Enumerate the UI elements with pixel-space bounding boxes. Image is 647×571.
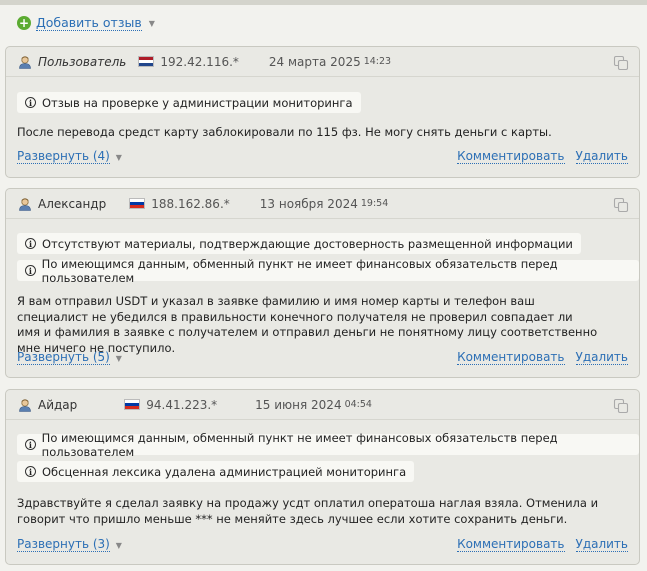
delete-button[interactable]: Удалить [575, 149, 628, 164]
review-footer: Развернуть (5) ▼ Комментировать Удалить [17, 350, 628, 366]
expand-button[interactable]: Развернуть (3) ▼ [17, 537, 122, 552]
comment-button[interactable]: Комментировать [457, 149, 565, 164]
country-flag-icon [124, 399, 141, 410]
moderation-notice: i По имеющимся данным, обменный пункт не… [17, 257, 639, 285]
notice-text: По имеющимся данным, обменный пункт не и… [41, 256, 558, 285]
review-text: Я вам отправил USDT и указал в заявке фа… [17, 294, 598, 355]
plus-icon: + [17, 16, 31, 30]
info-icon: i [25, 466, 36, 477]
review-footer: Развернуть (3) ▼ Комментировать Удалить [17, 537, 628, 553]
comment-button[interactable]: Комментировать [457, 350, 565, 365]
chevron-down-icon: ▼ [148, 18, 155, 28]
review-date: 13 ноября 2024 [259, 196, 358, 211]
review-author: Пользователь [38, 54, 127, 69]
notice-text: По имеющимся данным, обменный пункт не и… [41, 430, 558, 459]
comment-button[interactable]: Комментировать [457, 537, 565, 552]
review-header: Александр 188.162.86.* 13 ноября 2024 19… [6, 189, 639, 219]
info-icon: i [25, 439, 36, 450]
review-ip: 188.162.86.* [151, 196, 230, 211]
review-time: 04:54 [344, 399, 372, 410]
review-header: Айдар 94.41.223.* 15 июня 2024 04:54 [6, 390, 639, 420]
chevron-down-icon: ▼ [115, 541, 122, 550]
review-ip: 192.42.116.* [160, 54, 239, 69]
review-footer: Развернуть (4) ▼ Комментировать Удалить [17, 149, 628, 165]
review-ip: 94.41.223.* [146, 397, 218, 412]
info-icon: i [25, 97, 36, 108]
add-review-label: Добавить отзыв [36, 15, 142, 31]
info-icon: i [25, 265, 36, 276]
moderation-notice: i По имеющимся данным, обменный пункт не… [17, 431, 639, 459]
add-review-button[interactable]: + Добавить отзыв ▼ [17, 15, 155, 31]
moderation-notice: i Отсутствуют материалы, подтверждающие … [17, 233, 581, 254]
review-time: 19:54 [360, 198, 389, 209]
review-time: 14:23 [363, 56, 392, 67]
notice-text: Отсутствуют материалы, подтверждающие до… [42, 236, 573, 251]
review-text: Здравствуйте я сделал заявку на продажу … [17, 496, 599, 526]
copy-icon[interactable] [613, 197, 629, 213]
notice-text: Обсценная лексика удалена администрацией… [42, 464, 407, 479]
review-text: После перевода средст карту заблокировал… [17, 125, 552, 139]
review-date: 24 марта 2025 [268, 54, 361, 69]
expand-button[interactable]: Развернуть (5) ▼ [17, 350, 122, 365]
review-date: 15 июня 2024 [255, 397, 342, 412]
copy-icon[interactable] [613, 398, 629, 414]
notice-text: Отзыв на проверке у администрации монито… [42, 95, 353, 110]
delete-button[interactable]: Удалить [575, 537, 628, 552]
chevron-down-icon: ▼ [115, 354, 122, 363]
info-icon: i [25, 238, 36, 249]
top-border [0, 0, 647, 5]
review-card: Пользователь 192.42.116.* 24 марта 2025 … [5, 46, 640, 178]
delete-button[interactable]: Удалить [575, 350, 628, 365]
review-header: Пользователь 192.42.116.* 24 марта 2025 … [6, 47, 639, 77]
user-icon [19, 197, 31, 211]
country-flag-icon [138, 56, 155, 67]
review-card: Айдар 94.41.223.* 15 июня 2024 04:54 i П… [5, 389, 640, 565]
expand-button[interactable]: Развернуть (4) ▼ [17, 149, 122, 164]
chevron-down-icon: ▼ [115, 153, 122, 162]
moderation-notice: i Обсценная лексика удалена администраци… [17, 461, 415, 482]
moderation-notice: i Отзыв на проверке у администрации мони… [17, 92, 361, 113]
review-author: Айдар [38, 397, 78, 412]
user-icon [19, 55, 31, 69]
copy-icon[interactable] [613, 55, 629, 71]
review-card: Александр 188.162.86.* 13 ноября 2024 19… [5, 188, 640, 378]
country-flag-icon [129, 198, 146, 209]
review-author: Александр [38, 196, 107, 211]
user-icon [19, 398, 31, 412]
